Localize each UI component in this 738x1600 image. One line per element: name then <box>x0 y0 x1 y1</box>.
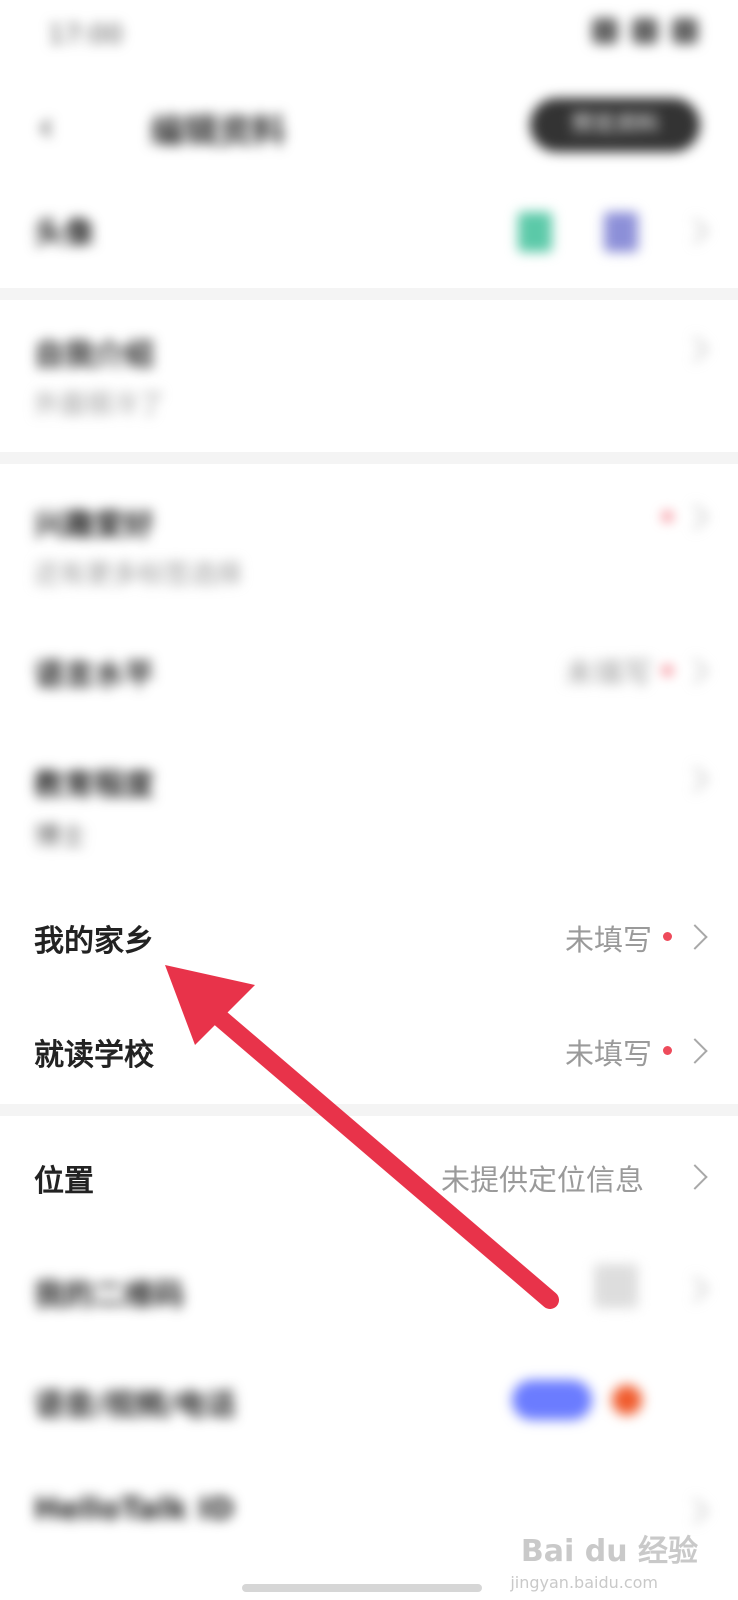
watermark-url: jingyan.baidu.com <box>510 1573 658 1592</box>
navbar: ‹ 编辑资料 预览资料 <box>0 80 738 170</box>
school-row[interactable]: 就读学校 未填写 <box>0 996 738 1106</box>
intro-row[interactable]: 自我介绍 外面很冷了 <box>0 300 738 440</box>
qrcode-row-title: 我的二维码 <box>34 1278 184 1313</box>
school-row-title: 就读学校 <box>34 1038 154 1073</box>
education-row-title: 教育程度 <box>34 768 154 803</box>
wifi-icon <box>632 18 658 44</box>
location-row-value: 未提供定位信息 <box>440 1163 644 1197</box>
status-icons <box>592 18 698 44</box>
chevron-right-icon <box>682 766 708 792</box>
toggle-switch[interactable] <box>512 1380 592 1420</box>
qrcode-icon <box>594 1264 638 1308</box>
section-divider <box>0 288 738 300</box>
signal-icon <box>592 18 618 44</box>
interests-row-sub: 还有更多标签选择 <box>34 560 243 590</box>
location-row-title: 位置 <box>34 1164 94 1199</box>
avatar-row-title: 头像 <box>34 216 94 251</box>
language-row[interactable]: 语言水平 未填写 <box>0 620 738 720</box>
battery-icon <box>672 18 698 44</box>
avatar-thumb-2 <box>604 212 638 252</box>
avatar-thumb-1 <box>518 212 552 252</box>
avatar-row[interactable]: 头像 <box>0 180 738 280</box>
chevron-right-icon <box>682 218 708 244</box>
hometown-row-value: 未填写 <box>564 923 652 957</box>
intro-row-title: 自我介绍 <box>34 338 154 373</box>
interests-row-title: 兴趣爱好 <box>34 508 154 543</box>
intro-row-sub: 外面很冷了 <box>34 390 165 420</box>
language-row-value: 未填写 <box>564 656 652 690</box>
location-row[interactable]: 位置 未提供定位信息 <box>0 1122 738 1232</box>
status-bar: 17:00 <box>0 0 738 70</box>
voice-phone-row-title: 语音/视频/电话 <box>34 1388 236 1423</box>
page-title: 编辑资料 <box>150 112 286 152</box>
language-row-title: 语言水平 <box>34 658 154 693</box>
section-divider <box>0 452 738 464</box>
status-time: 17:00 <box>48 20 123 50</box>
chevron-right-icon <box>682 1498 708 1524</box>
hometown-row-title: 我的家乡 <box>34 924 154 959</box>
back-icon[interactable]: ‹ <box>38 104 54 150</box>
voice-phone-row[interactable]: 语音/视频/电话 <box>0 1350 738 1450</box>
red-dot-indicator <box>663 932 672 941</box>
status-dot-icon <box>612 1385 642 1415</box>
home-indicator[interactable] <box>242 1584 482 1592</box>
red-dot-indicator <box>663 512 672 521</box>
chevron-right-icon <box>682 336 708 362</box>
section-divider <box>0 1104 738 1116</box>
chevron-right-icon <box>682 1038 708 1064</box>
education-row-sub: 博士 <box>34 822 87 852</box>
watermark-logo: Bai du 经验 <box>520 1534 698 1569</box>
interests-row[interactable]: 兴趣爱好 还有更多标签选择 <box>0 470 738 610</box>
red-dot-indicator <box>663 666 672 675</box>
preview-button[interactable]: 预览资料 <box>530 98 700 152</box>
chevron-right-icon <box>682 504 708 530</box>
chevron-right-icon <box>682 658 708 684</box>
red-dot-indicator <box>663 1046 672 1055</box>
hellotalk-id-row-title: HelloTalk ID <box>34 1492 235 1527</box>
school-row-value: 未填写 <box>564 1037 652 1071</box>
chevron-right-icon <box>682 1164 708 1190</box>
chevron-right-icon <box>682 1276 708 1302</box>
chevron-right-icon <box>682 924 708 950</box>
qrcode-row[interactable]: 我的二维码 <box>0 1240 738 1340</box>
hometown-row[interactable]: 我的家乡 未填写 <box>0 882 738 992</box>
education-row[interactable]: 教育程度 博士 <box>0 730 738 870</box>
